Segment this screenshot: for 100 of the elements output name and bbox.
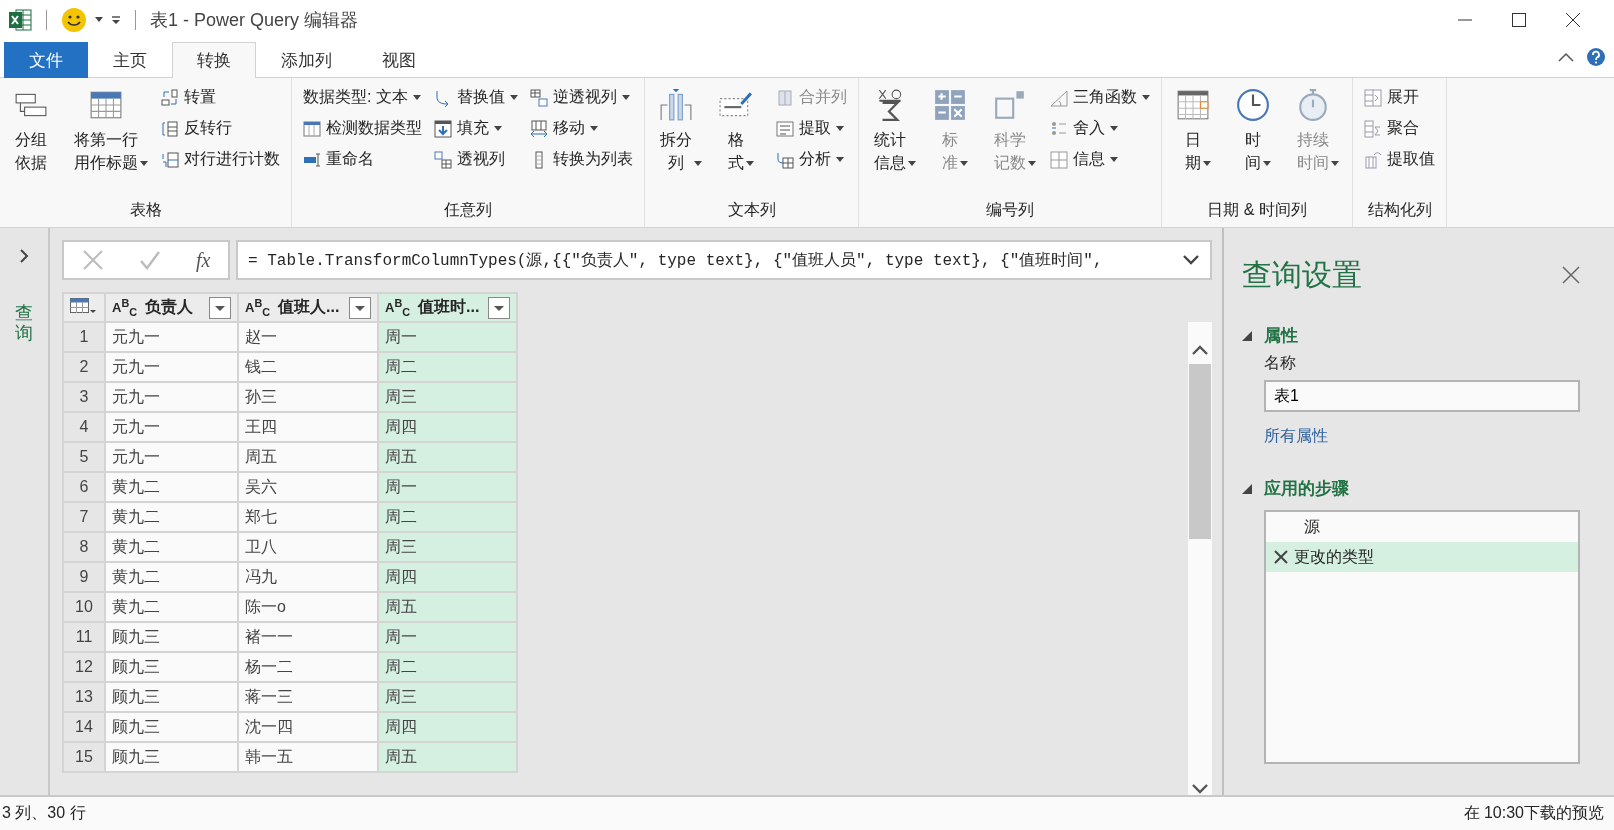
ribbon-button[interactable]: 透视列 [431, 146, 521, 173]
ribbon-button[interactable]: 逆透视列 [527, 84, 636, 111]
scroll-down-icon[interactable] [1191, 783, 1209, 795]
ribbon-button[interactable]: 转换为列表 [527, 146, 636, 173]
ribbon-button[interactable]: 数据类型: 文本 [300, 84, 425, 111]
caret-icon [908, 161, 916, 166]
ribbon-button[interactable]: 检测数据类型 [300, 115, 425, 142]
table-cell: 周一 [378, 322, 517, 352]
row-number: 10 [63, 592, 105, 622]
ribbon-tab[interactable]: 主页 [88, 42, 172, 78]
caret-icon[interactable] [95, 17, 103, 23]
collapse-ribbon-icon[interactable] [1558, 52, 1574, 62]
section-heading[interactable]: 应用的步骤 [1264, 477, 1349, 500]
ribbon-button[interactable]: 聚合 [1361, 115, 1438, 142]
ribbon-button[interactable]: 移动 [527, 115, 636, 142]
chevron-down-icon[interactable] [1182, 254, 1200, 266]
formula-field[interactable]: = Table.TransformColumnTypes(源,{{"负责人", type text}, {"值班人员", type text}, {"值班时间", [236, 240, 1212, 280]
ribbon-button[interactable]: 拆分列 [653, 84, 707, 197]
table-cell: 周一 [378, 622, 517, 652]
section-toggle-icon[interactable] [1242, 483, 1252, 494]
pane-title: 查询设置 [1242, 256, 1362, 293]
table-cell: 周二 [378, 502, 517, 532]
column-name: 负责人 [145, 297, 194, 318]
ribbon-button[interactable]: 分析 [773, 146, 850, 173]
caret-icon [1110, 126, 1118, 131]
checkmark-icon[interactable] [138, 249, 161, 271]
table-cell: 周五 [378, 442, 517, 472]
table-cell: 陈一o [238, 592, 378, 622]
ribbon-tab[interactable]: 转换 [172, 42, 256, 78]
smiley-icon[interactable] [61, 7, 87, 33]
step-name: 更改的类型 [1294, 546, 1374, 567]
column-header[interactable]: A$^{B}$$_{C}$ 负责人 [105, 293, 238, 322]
caret-icon [694, 161, 702, 166]
filter-dropdown-icon[interactable] [488, 296, 510, 319]
customize-toolbar-icon[interactable] [111, 15, 121, 25]
vertical-scrollbar[interactable] [1188, 322, 1212, 795]
column-header[interactable]: A$^{B}$$_{C}$ 值班时... [378, 293, 517, 322]
all-properties-link[interactable]: 所有属性 [1264, 426, 1580, 447]
ribbon-tab[interactable]: 视图 [357, 42, 441, 78]
ribbon-button[interactable]: 提取值 [1361, 146, 1438, 173]
section-toggle-icon[interactable] [1242, 330, 1252, 341]
ribbon-button[interactable]: 信息 [1047, 146, 1153, 173]
scroll-up-icon[interactable] [1191, 344, 1209, 356]
table-cell: 周二 [378, 652, 517, 682]
ribbon-tab[interactable]: 文件 [4, 42, 88, 78]
ribbon-button[interactable]: 日期 [1170, 84, 1224, 197]
applied-step[interactable]: 更改的类型 [1266, 542, 1578, 572]
ribbon-button[interactable]: 将第一行用作标题 [68, 84, 152, 197]
ribbon-group-label: 表格 [128, 200, 163, 220]
section-heading[interactable]: 属性 [1264, 324, 1298, 347]
filter-dropdown-icon[interactable] [349, 296, 371, 319]
fx-label[interactable]: fx [195, 248, 211, 272]
delete-step-icon[interactable] [1274, 550, 1288, 564]
table-menu-button[interactable] [63, 293, 105, 322]
caret-icon [494, 126, 502, 131]
table-cell: 顾九三 [105, 712, 238, 742]
caret-icon [960, 161, 968, 166]
ribbon-button[interactable]: 填充 [431, 115, 521, 142]
ribbon-button[interactable]: 转置 [158, 84, 283, 111]
count-rows-icon [161, 150, 179, 169]
table-cell: 周一 [378, 472, 517, 502]
ribbon-button[interactable]: 提取 [773, 115, 850, 142]
close-icon[interactable] [1566, 13, 1580, 27]
column-header[interactable]: A$^{B}$$_{C}$ 值班人... [238, 293, 378, 322]
table-cell: 周三 [378, 382, 517, 412]
row-number: 1 [63, 322, 105, 352]
filter-dropdown-icon[interactable] [209, 296, 231, 319]
ribbon-button[interactable]: 三角函数 [1047, 84, 1153, 111]
ribbon-button[interactable]: 时间 [1230, 84, 1284, 197]
ribbon-tab[interactable]: 添加列 [256, 42, 357, 78]
expand-pane-icon[interactable] [19, 248, 29, 264]
applied-step[interactable]: 源 [1266, 512, 1578, 542]
ribbon-button[interactable]: 舍入 [1047, 115, 1153, 142]
table-cell: 周五 [238, 442, 378, 472]
name-field[interactable]: 表1 [1264, 380, 1580, 412]
row-number: 4 [63, 412, 105, 442]
spreadsheet-app-icon [8, 8, 32, 32]
merge-columns-icon [776, 88, 794, 107]
table-cell: 周三 [378, 682, 517, 712]
stopwatch-icon [1296, 88, 1330, 122]
ribbon-button[interactable]: 统计信息 [867, 84, 921, 197]
row-number: 11 [63, 622, 105, 652]
column-name: 值班时... [418, 297, 480, 317]
triangle-icon [1050, 88, 1068, 107]
table-cell: 杨一二 [238, 652, 378, 682]
ribbon-button[interactable]: 重命名 [300, 146, 425, 173]
ribbon-button[interactable]: 替换值 [431, 84, 521, 111]
ribbon-button[interactable]: 分组依据 [8, 84, 62, 197]
scrollbar-thumb[interactable] [1189, 364, 1211, 539]
queries-pane-label[interactable]: 查询 [15, 304, 33, 344]
ribbon-button[interactable]: 格式 [713, 84, 767, 197]
ribbon-button[interactable]: 对行进行计数 [158, 146, 283, 173]
table-cell: 顾九三 [105, 742, 238, 772]
ribbon-button[interactable]: 展开 [1361, 84, 1438, 111]
help-icon[interactable] [1586, 47, 1606, 67]
ribbon-button[interactable]: 反转行 [158, 115, 283, 142]
maximize-icon[interactable] [1512, 13, 1526, 27]
table-cell: 黄九二 [105, 562, 238, 592]
caret-icon [140, 161, 148, 166]
table-cell: 周五 [378, 592, 517, 622]
